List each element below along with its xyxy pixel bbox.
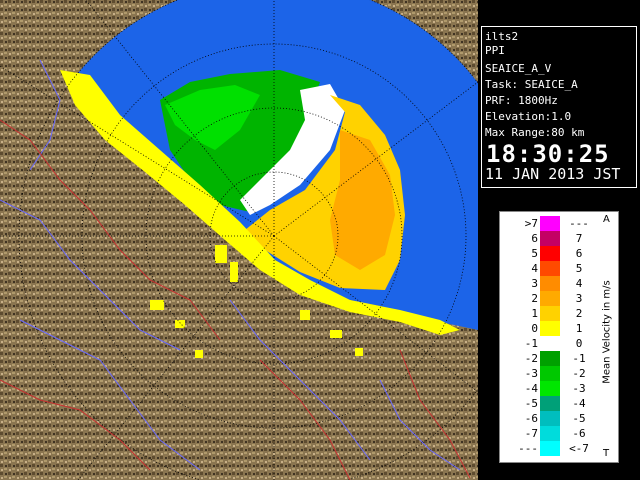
- legend-row: 67: [500, 231, 582, 246]
- task-name: Task: SEAICE_A: [485, 78, 578, 91]
- legend-upper-bound: -5: [524, 397, 538, 410]
- legend-bottom-marker: T: [603, 448, 610, 459]
- legend-upper-bound: >7: [524, 217, 538, 230]
- legend-lower-bound: 1: [575, 322, 583, 335]
- legend-row: >7 ---: [500, 216, 589, 231]
- legend-row: 34: [500, 276, 582, 291]
- legend-color-swatch: [540, 321, 560, 336]
- legend-title-container: Mean Velocity in m/s: [600, 242, 614, 422]
- velocity-legend: >7 --- 6 7 5 6 4 5 3 4 2 3 1 2 0 1 -1 0 -2 -1 -3 -2 -4 -3 -5 -4 -6…: [499, 211, 619, 463]
- legend-top-marker: A: [603, 214, 610, 225]
- legend-row: -1 0: [500, 336, 582, 351]
- legend-row: 45: [500, 261, 582, 276]
- legend-row: 12: [500, 306, 582, 321]
- prf-value: PRF: 1800Hz: [485, 94, 558, 107]
- legend-color-swatch: [540, 276, 560, 291]
- legend-row: -7 -6: [500, 426, 586, 441]
- radar-ppi-display: [0, 0, 478, 480]
- legend-color-swatch: [540, 336, 560, 351]
- legend-upper-bound: 6: [531, 232, 538, 245]
- scan-time: 18:30:25: [486, 140, 610, 168]
- legend-row: --- <-7: [500, 441, 589, 456]
- legend-lower-bound: -4: [572, 397, 586, 410]
- legend-lower-bound: <-7: [569, 442, 589, 455]
- scan-date: 11 JAN 2013 JST: [485, 165, 621, 183]
- legend-color-swatch: [540, 291, 560, 306]
- legend-upper-bound: -6: [524, 412, 538, 425]
- legend-lower-bound: -3: [572, 382, 586, 395]
- legend-row: -2 -1: [500, 351, 586, 366]
- legend-color-swatch: [540, 261, 560, 276]
- legend-row: 23: [500, 291, 582, 306]
- legend-color-swatch: [540, 306, 560, 321]
- legend-color-swatch: [540, 426, 560, 441]
- legend-color-swatch: [540, 411, 560, 426]
- site-name: ilts2: [485, 30, 519, 43]
- legend-color-swatch: [540, 246, 560, 261]
- legend-color-swatch: [540, 351, 560, 366]
- legend-color-swatch: [540, 216, 560, 231]
- legend-row: -3 -2: [500, 366, 586, 381]
- legend-title: Mean Velocity in m/s: [601, 280, 613, 384]
- product-name: SEAICE_A_V: [485, 62, 552, 75]
- legend-lower-bound: -6: [572, 427, 586, 440]
- radar-map-svg: [0, 0, 478, 480]
- legend-lower-bound: 7: [575, 232, 583, 245]
- radar-info-panel: ilts2 PPI SEAICE_A_V Task: SEAICE_A PRF:…: [481, 26, 637, 188]
- legend-upper-bound: 1: [531, 307, 538, 320]
- legend-upper-bound: 3: [531, 277, 538, 290]
- legend-color-swatch: [540, 231, 560, 246]
- legend-upper-bound: -3: [524, 367, 538, 380]
- legend-color-swatch: [540, 366, 560, 381]
- legend-color-swatch: [540, 441, 560, 456]
- legend-lower-bound: 4: [575, 277, 583, 290]
- legend-lower-bound: ---: [569, 217, 589, 230]
- legend-upper-bound: 5: [531, 247, 538, 260]
- scan-mode: PPI: [485, 44, 505, 57]
- legend-row: 01: [500, 321, 582, 336]
- legend-lower-bound: 0: [575, 337, 583, 350]
- max-range-value: Max Range:80 km: [485, 126, 585, 139]
- legend-color-swatch: [540, 381, 560, 396]
- legend-upper-bound: -4: [524, 382, 538, 395]
- legend-upper-bound: -2: [524, 352, 538, 365]
- legend-row: -4 -3: [500, 381, 586, 396]
- legend-lower-bound: -2: [572, 367, 586, 380]
- legend-row: -6 -5: [500, 411, 586, 426]
- legend-lower-bound: 2: [575, 307, 583, 320]
- legend-row: -5 -4: [500, 396, 586, 411]
- legend-upper-bound: -1: [524, 337, 538, 350]
- legend-lower-bound: 3: [575, 292, 583, 305]
- elevation-value: Elevation:1.0: [485, 110, 572, 123]
- legend-upper-bound: 2: [531, 292, 538, 305]
- legend-lower-bound: 5: [575, 262, 583, 275]
- legend-upper-bound: 0: [531, 322, 538, 335]
- legend-upper-bound: 4: [531, 262, 538, 275]
- legend-upper-bound: -7: [524, 427, 538, 440]
- legend-color-swatch: [540, 396, 560, 411]
- legend-lower-bound: -5: [572, 412, 586, 425]
- legend-upper-bound: ---: [518, 442, 538, 455]
- legend-row: 56: [500, 246, 582, 261]
- legend-lower-bound: 6: [575, 247, 583, 260]
- legend-lower-bound: -1: [572, 352, 586, 365]
